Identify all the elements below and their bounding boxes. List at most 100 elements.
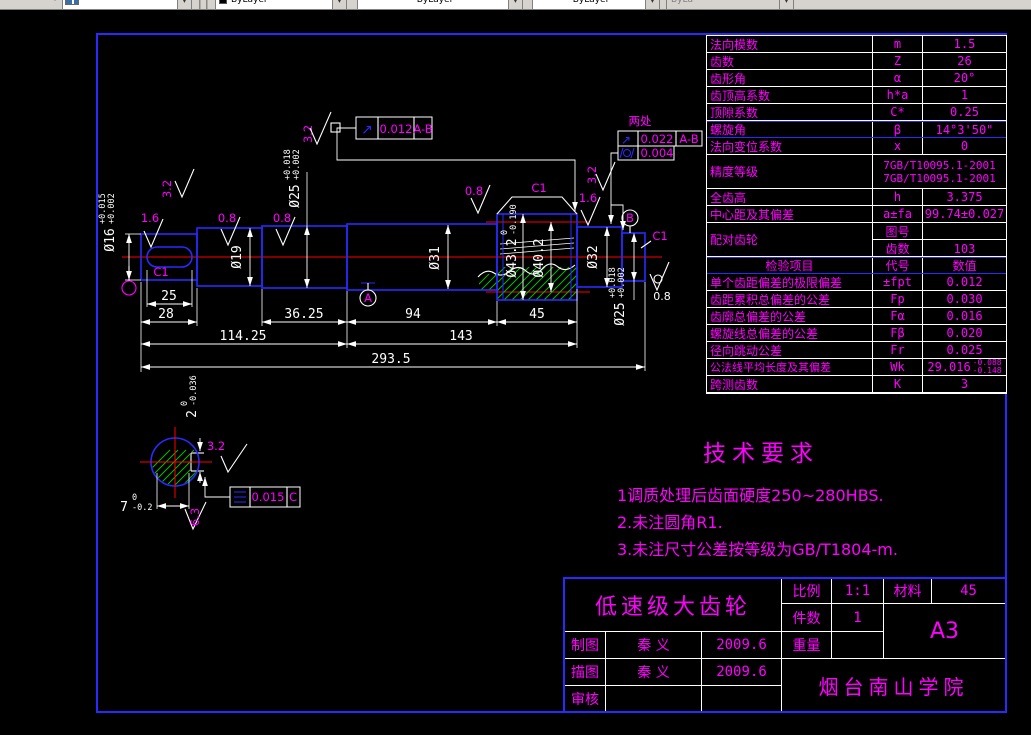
color-dropdown[interactable]: ByLayer ▼ [215, 0, 347, 9]
tech-req-title: 技术要求 [703, 441, 819, 467]
roughness-value: 0.8 [273, 211, 291, 225]
dim-label-45: 45 [529, 307, 545, 322]
dim-tol: -0.036 [189, 375, 199, 406]
traced-label: 描图 [565, 659, 606, 686]
drawn-name: 秦 义 [606, 632, 702, 659]
gear-parameter-table: 法向模数 m 1.5 齿数 Z 26 齿形角 α 20° 齿顶高系数 h*a 1 顶隙系数 C* 0… [706, 35, 1007, 394]
dim-label-28: 28 [158, 307, 174, 322]
param-val: 29.016 -0.088 -0.148 [923, 359, 1006, 375]
chamfer-label: C1 [652, 229, 667, 243]
param-name: 齿廓总偏差的公差 [707, 308, 873, 324]
layer-dropdown[interactable]: ▼ [62, 0, 192, 9]
lineweight-value: ByLayer [572, 0, 610, 5]
param-val: 0.030 [946, 292, 983, 306]
dim-label-dia25r: Ø25 [613, 302, 628, 325]
roughness-value: 1.6 [141, 211, 159, 225]
param-name: 齿形角 [707, 70, 873, 86]
param-row: 中心距及其偏差 a±fa 99.74±0.027 [707, 206, 1006, 223]
centerlines [122, 221, 662, 293]
chevron-down-icon[interactable]: ▼ [508, 0, 522, 9]
checked-label: 审核 [565, 686, 606, 711]
param-name: 中心距及其偏差 [707, 206, 873, 222]
precision-grade-line1: 7GB/T10095.1-2001 [883, 158, 996, 172]
linetype-dropdown[interactable]: ByLayer ▼ [357, 0, 523, 9]
dim-label-dia25: Ø25 [288, 184, 303, 207]
organization-name: 烟台南山学院 [818, 674, 969, 699]
param-val: 20° [953, 71, 976, 85]
param-row: 齿廓总偏差的公差 Fα 0.016 [707, 308, 1006, 325]
chamfer-label: C1 [153, 265, 168, 279]
param-name: 径向跳动公差 [707, 342, 873, 358]
param-row: 跨测齿数 K 3 [707, 376, 1006, 393]
drawing-title: 低速级大齿轮 [565, 579, 782, 632]
dim-label-key7: 7 [120, 500, 128, 515]
precision-grade-line2: 7GB/T10095.1-2001 [883, 171, 996, 185]
traced-name: 秦 义 [606, 659, 702, 686]
param-sym: 图号 [873, 223, 923, 239]
dim-label-143: 143 [449, 329, 472, 344]
quantity-value: 1 [832, 604, 884, 632]
param-row: 单个齿距偏差的极限偏差 ±fpt 0.012 [707, 274, 1006, 291]
param-name: 法向模数 [707, 36, 873, 52]
param-sym: Fr [873, 342, 923, 358]
dim-label-36-25: 36.25 [284, 307, 323, 322]
dim-label-dia32: Ø32 [586, 245, 601, 268]
linetype-value: ByLayer [416, 0, 454, 5]
param-row: 齿形角 α 20° [707, 70, 1006, 87]
param-name: 检验项目 [707, 258, 873, 273]
param-val: 0.025 [946, 343, 983, 357]
plotstyle-value: ByLa [671, 0, 694, 5]
param-name: 螺旋角 [707, 122, 873, 137]
tech-req-line: 1调质处理后齿面硬度250~280HBS. [617, 486, 884, 505]
toolbar-separator [199, 0, 201, 9]
param-val: 1 [960, 88, 969, 102]
chevron-down-icon[interactable]: ▾ [53, 0, 57, 3]
lineweight-dropdown[interactable]: ByLayer ▼ [532, 0, 660, 9]
chevron-down-icon[interactable]: ▼ [645, 0, 659, 9]
roughness-value: 6.3 [188, 508, 202, 526]
param-val: 0.020 [946, 326, 983, 340]
chevron-down-icon[interactable]: ▼ [779, 0, 793, 9]
plotstyle-dropdown[interactable]: ByLa ▼ [666, 0, 794, 9]
keyway-section-detail: 2 0 -0.036 7 0 -0.2 3.2 6.3 0.015 C [120, 375, 301, 531]
toolbar-separator [206, 0, 208, 9]
param-sym: Z [873, 53, 923, 69]
dim-label-293-5: 293.5 [371, 352, 410, 367]
autocad-window: ▾ ▼ ByLayer ▼ ByLayer ▼ ByLayer ▼ ByLa ▼ [0, 0, 1031, 735]
param-name: 螺旋线总偏差的公差 [707, 325, 873, 341]
technical-requirements: 技术要求 1调质处理后齿面硬度250~280HBS. 2.未注圆角R1. 3.未… [617, 434, 987, 563]
param-val: 1.5 [953, 37, 976, 51]
checked-name [606, 686, 702, 711]
wk-tol-bot: -0.148 [972, 366, 1002, 375]
note-two-places: 两处 [629, 114, 652, 128]
datum-ref: A-B [679, 132, 698, 146]
circular-runout-icon: ↗ [621, 133, 631, 147]
param-sym: C* [873, 104, 923, 120]
inspection-header-row: 检验项目 代号 数值 [707, 257, 1006, 274]
roughness-value: 3.2 [160, 180, 174, 198]
material-label: 材料 [884, 579, 932, 604]
param-name: 法向变位系数 [707, 138, 873, 154]
param-row: 顶隙系数 C* 0.25 [707, 104, 1006, 121]
param-sym: ±fpt [873, 274, 923, 290]
dim-label-dia19: Ø19 [230, 245, 245, 268]
param-val: 3.375 [946, 190, 983, 204]
chevron-down-icon[interactable]: ▼ [332, 0, 346, 9]
param-sym: h*a [873, 87, 923, 103]
chamfer-label: C1 [531, 181, 546, 195]
param-row: 径向跳动公差 Fr 0.025 [707, 342, 1006, 359]
param-sym: Wk [873, 359, 923, 375]
layer-icon [65, 0, 79, 5]
param-name: 精度等级 [707, 155, 873, 188]
param-sym: a±fa [873, 206, 923, 222]
dim-tol: -0.2 [132, 503, 152, 513]
param-sym: β [873, 122, 923, 137]
param-row: 螺旋角 β 14°3'50" [707, 121, 1006, 138]
param-name: 跨测齿数 [707, 376, 873, 392]
wk-main: 29.016 [927, 360, 971, 374]
chevron-down-icon[interactable]: ▼ [177, 0, 191, 9]
scale-value: 1:1 [832, 579, 884, 604]
param-sym: m [873, 36, 923, 52]
roughness-value: 1.6 [579, 191, 597, 205]
dim-tol: 0 [132, 493, 137, 503]
